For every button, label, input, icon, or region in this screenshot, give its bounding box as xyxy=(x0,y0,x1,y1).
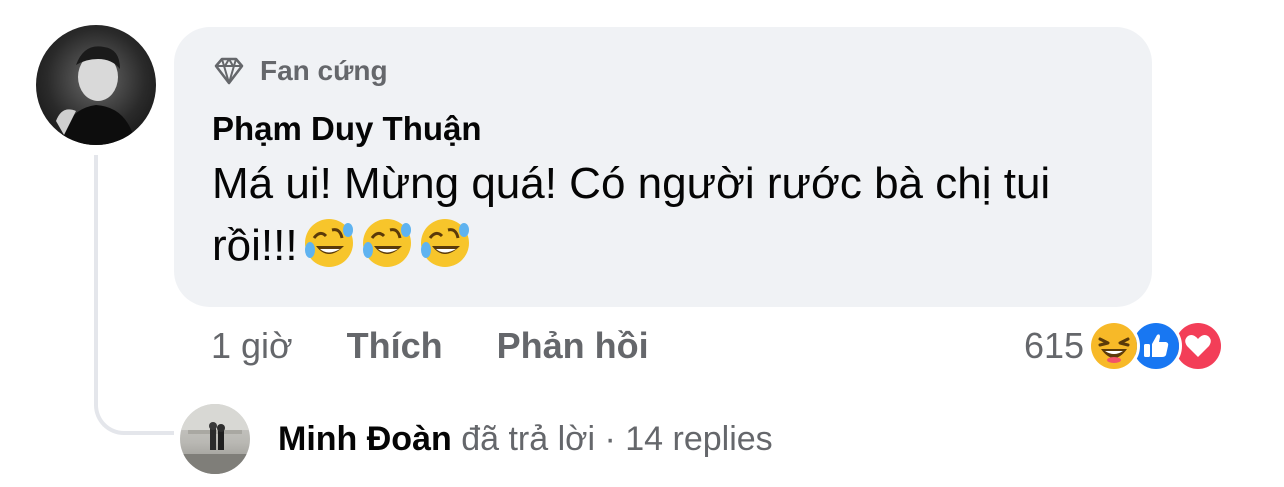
reaction-summary[interactable]: 615 xyxy=(1024,318,1225,374)
rolling-laughing-emoji-icon xyxy=(418,216,472,270)
replier-avatar[interactable] xyxy=(180,404,250,474)
rolling-laughing-emoji-icon xyxy=(360,216,414,270)
haha-reaction-icon xyxy=(1088,320,1141,372)
badge-label: Fan cứng xyxy=(260,55,388,86)
fan-badge[interactable]: Fan cứng xyxy=(212,53,1114,89)
replier-name[interactable]: Minh Đoàn xyxy=(278,420,452,458)
separator-dot: · xyxy=(595,419,626,458)
reply-button[interactable]: Phản hồi xyxy=(497,325,649,367)
replies-count-link[interactable]: 14 replies xyxy=(625,420,772,458)
comment-actions: 1 giờ Thích Phản hồi xyxy=(211,325,703,367)
avatar-portrait xyxy=(56,46,136,145)
thread-connector-line xyxy=(94,155,174,435)
commenter-avatar[interactable] xyxy=(36,25,156,145)
diamond-icon xyxy=(212,56,246,86)
avatar-photo xyxy=(180,404,250,474)
comment-bubble: Fan cứng Phạm Duy Thuận Má ui! Mừng quá!… xyxy=(174,27,1152,307)
comment-timestamp[interactable]: 1 giờ xyxy=(211,325,293,367)
rolling-laughing-emoji-icon xyxy=(302,216,356,270)
like-button[interactable]: Thích xyxy=(347,325,443,367)
reply-summary[interactable]: Minh Đoàn đã trả lời · 14 replies xyxy=(278,420,773,459)
reaction-count[interactable]: 615 xyxy=(1024,325,1084,367)
comment-author-name[interactable]: Phạm Duy Thuận xyxy=(212,109,1114,149)
reply-action-text: đã trả lời xyxy=(451,419,596,458)
comment-text: Má ui! Mừng quá! Có người rước bà chị tu… xyxy=(212,153,1112,277)
view-replies-row[interactable]: Minh Đoàn đã trả lời · 14 replies xyxy=(180,404,773,474)
